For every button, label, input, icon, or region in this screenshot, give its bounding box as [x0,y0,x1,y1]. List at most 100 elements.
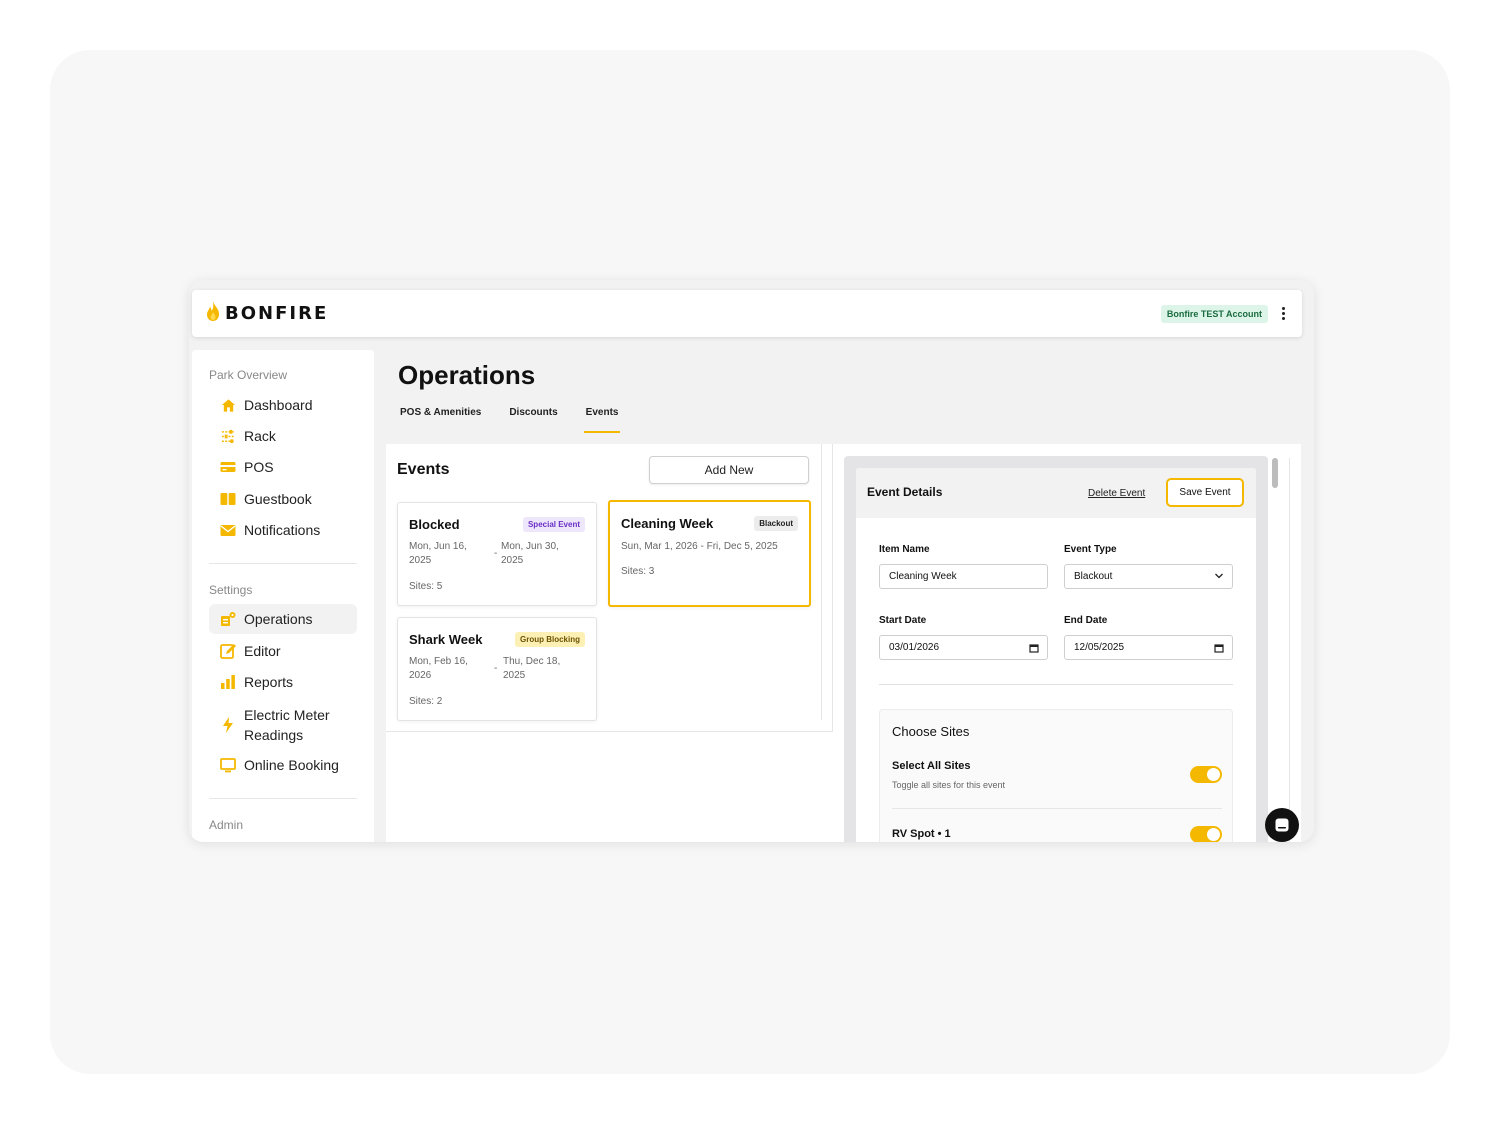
app-window: BONFIRE Bonfire TEST Account Park Overvi… [189,280,1314,842]
sidebar-item-label: Notifications [244,522,321,538]
page-title: Operations [398,360,536,390]
chat-icon[interactable] [1265,808,1299,842]
sidebar-item-label-line2: Readings [244,727,304,743]
sidebar-item-reports[interactable]: Reports [209,667,357,697]
event-end-date-line1: Mon, Jun 30, [501,541,559,552]
sidebar-item-pos[interactable]: POS [209,452,357,482]
scrollbar-track [1289,458,1290,842]
event-name: Shark Week [409,632,483,647]
choose-sites-title: Choose Sites [892,724,970,739]
sidebar-item-label: Electric Meter Readings [244,705,330,745]
event-sites-count: Sites: 3 [621,566,655,577]
save-event-button[interactable]: Save Event [1166,478,1244,507]
event-name: Blocked [409,517,460,532]
sidebar-item-label: Reports [244,674,294,690]
sidebar-item-label: Dashboard [244,397,313,413]
event-start-date-line2: 2025 [409,555,432,566]
item-name-input[interactable]: Cleaning Week [879,564,1048,589]
event-start-date: Mon, Feb 16, 2026 [409,655,468,683]
end-date-label: End Date [1064,615,1108,626]
event-end-date: Mon, Jun 30, 2025 [501,540,559,568]
choose-sites-box: Choose Sites Select All Sites Toggle all… [879,709,1233,842]
event-end-date-line2: 2025 [501,555,524,566]
event-card-cleaning-week[interactable]: Cleaning Week Blackout Sun, Mar 1, 2026 … [608,500,811,607]
sidebar-item-editor[interactable]: Editor [209,636,357,666]
home-icon [220,397,236,413]
delete-event-link[interactable]: Delete Event [1088,488,1145,499]
event-end-date-line2: 2025 [503,670,526,681]
tab-pos-amenities[interactable]: POS & Amenities [400,405,481,433]
logo[interactable]: BONFIRE [205,300,328,327]
tab-bar: POS & Amenities Discounts Events [400,405,646,433]
sidebar-item-rack[interactable]: Rack [209,421,357,451]
section-label-park-overview: Park Overview [209,368,288,382]
sidebar-item-label: Editor [244,643,281,659]
edit-icon [220,643,236,659]
sliders-icon [220,428,236,444]
calendar-icon[interactable] [1029,643,1039,656]
events-panel: Events Add New Blocked Special Event Mon… [386,444,833,732]
site-toggle[interactable] [1190,826,1222,842]
select-all-sites-toggle[interactable] [1190,766,1222,783]
sidebar-item-label: Operations [244,611,313,627]
event-details-header: Event Details Delete Event Save Event [856,468,1256,518]
sidebar-divider [209,798,357,799]
start-date-value: 03/01/2026 [889,642,940,653]
section-label-admin: Admin [209,818,244,832]
sidebar: Park Overview Dashboard Rack POS Guestbo… [192,350,374,842]
more-options-icon[interactable] [1278,302,1288,324]
event-type-badge: Special Event [522,517,585,532]
select-all-sites-description: Toggle all sites for this event [892,780,1006,790]
sidebar-divider [209,563,357,564]
date-dash: - [494,548,498,559]
event-start-date-line1: Mon, Jun 16, [409,541,467,552]
item-name-label: Item Name [879,544,930,555]
lightning-icon [220,717,236,733]
brand-name: BONFIRE [225,303,329,324]
chevron-down-icon [1214,572,1224,583]
credit-card-icon [220,459,236,475]
event-end-date-line1: Thu, Dec 18, [503,656,561,667]
sidebar-item-label-line1: Electric Meter [244,707,330,723]
event-start-date-line2: 2026 [409,670,432,681]
end-date-input[interactable]: 12/05/2025 [1064,635,1233,660]
select-all-sites-label: Select All Sites [892,760,971,772]
scrollbar-thumb[interactable] [1272,458,1278,488]
account-badge[interactable]: Bonfire TEST Account [1160,305,1268,323]
event-type-value: Blackout [1074,571,1113,582]
event-end-date: Thu, Dec 18, 2025 [503,655,560,683]
event-type-select[interactable]: Blackout [1064,564,1233,589]
event-type-badge: Blackout [754,516,798,531]
bar-chart-icon [220,674,236,690]
form-divider [879,684,1233,685]
sidebar-item-dashboard[interactable]: Dashboard [209,390,357,420]
sidebar-item-guestbook[interactable]: Guestbook [209,484,357,514]
event-details-title: Event Details [867,485,943,499]
sites-divider [892,808,1222,809]
calendar-icon[interactable] [1214,643,1224,656]
tab-events[interactable]: Events [583,405,621,433]
sidebar-item-online-booking[interactable]: Online Booking [209,750,357,780]
sidebar-item-label: Rack [244,428,276,444]
sidebar-item-operations[interactable]: Operations [209,604,357,634]
envelope-icon [220,522,236,538]
tab-discounts[interactable]: Discounts [509,405,557,433]
top-bar: BONFIRE Bonfire TEST Account [192,290,1302,337]
event-card-blocked[interactable]: Blocked Special Event Mon, Jun 16, 2025 … [397,502,597,606]
sidebar-item-label: Guestbook [244,491,312,507]
event-sites-count: Sites: 2 [409,696,443,707]
sidebar-item-notifications[interactable]: Notifications [209,515,357,545]
sidebar-item-electric-meter-readings[interactable]: Electric Meter Readings [209,705,357,745]
event-card-shark-week[interactable]: Shark Week Group Blocking Mon, Feb 16, 2… [397,617,597,721]
event-type-badge: Group Blocking [515,632,585,647]
operations-icon [220,611,236,627]
monitor-icon [220,757,236,773]
event-details-panel: Event Details Delete Event Save Event It… [844,456,1268,842]
add-new-button[interactable]: Add New [649,456,809,484]
events-panel-border [821,444,822,720]
events-title: Events [397,461,450,478]
event-type-label: Event Type [1064,544,1117,555]
flame-icon [205,300,221,327]
start-date-input[interactable]: 03/01/2026 [879,635,1048,660]
sidebar-item-label: Online Booking [244,757,339,773]
